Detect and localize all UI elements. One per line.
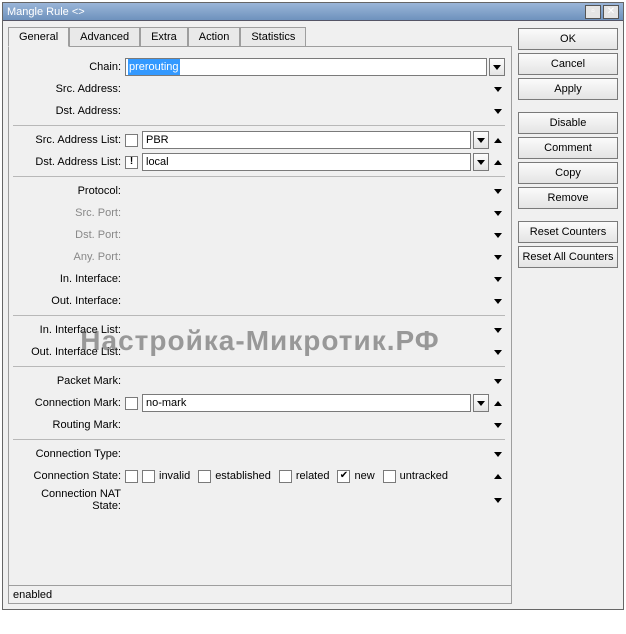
label-out-if-list: Out. Interface List: [13,346,125,358]
label-chain: Chain: [13,61,125,73]
conn-mark-dropdown-button[interactable] [473,394,489,412]
chain-dropdown-button[interactable] [489,58,505,76]
label-conn-nat: Connection NAT State: [13,488,125,512]
separator [13,176,505,177]
out-if-expand[interactable] [491,292,505,310]
in-if-list-expand[interactable] [491,321,505,339]
src-list-invert[interactable] [125,134,138,147]
dst-list-invert[interactable]: ! [125,156,138,169]
src-list-input[interactable] [142,131,471,149]
label-protocol: Protocol: [13,185,125,197]
ok-button[interactable]: OK [518,28,618,50]
in-if-expand[interactable] [491,270,505,288]
label-dst-port: Dst. Port: [13,229,125,241]
conn-mark-invert[interactable] [125,397,138,410]
copy-button[interactable]: Copy [518,162,618,184]
conn-state-invert[interactable] [125,470,138,483]
packet-mark-expand[interactable] [491,372,505,390]
separator [13,125,505,126]
src-list-collapse[interactable] [491,131,505,149]
conn-type-expand[interactable] [491,445,505,463]
remove-button[interactable]: Remove [518,187,618,209]
chk-related[interactable] [279,470,292,483]
label-src-address: Src. Address: [13,83,125,95]
label-conn-type: Connection Type: [13,448,125,460]
out-if-list-expand[interactable] [491,343,505,361]
src-address-expand[interactable] [491,80,505,98]
disable-button[interactable]: Disable [518,112,618,134]
mangle-rule-window: Mangle Rule <> ▫ ✕ General Advanced Extr… [2,2,624,610]
conn-mark-input[interactable] [142,394,471,412]
dst-address-expand[interactable] [491,102,505,120]
tab-statistics[interactable]: Statistics [240,27,306,47]
label-in-interface: In. Interface: [13,273,125,285]
chk-established[interactable] [198,470,211,483]
sidebar: OK Cancel Apply Disable Comment Copy Rem… [518,26,618,604]
label-dst-address: Dst. Address: [13,105,125,117]
conn-mark-collapse[interactable] [491,394,505,412]
dst-list-collapse[interactable] [491,153,505,171]
chain-input[interactable]: prerouting [125,58,487,76]
label-conn-mark: Connection Mark: [13,397,125,409]
label-src-list: Src. Address List: [13,134,125,146]
label-any-port: Any. Port: [13,251,125,263]
label-routing-mark: Routing Mark: [13,419,125,431]
tab-body-general: Chain: prerouting Src. Address: Dst. Add… [8,46,512,586]
src-list-dropdown-button[interactable] [473,131,489,149]
chk-untracked[interactable] [383,470,396,483]
minimize-button[interactable]: ▫ [585,5,601,19]
conn-state-collapse[interactable] [491,467,505,485]
any-port-expand[interactable] [491,248,505,266]
dst-list-dropdown-button[interactable] [473,153,489,171]
dst-list-input[interactable] [142,153,471,171]
tab-advanced[interactable]: Advanced [69,27,140,47]
comment-button[interactable]: Comment [518,137,618,159]
separator [13,439,505,440]
src-port-expand[interactable] [491,204,505,222]
separator [13,315,505,316]
label-conn-state: Connection State: [13,470,125,482]
window-title: Mangle Rule <> [7,6,583,18]
tab-action[interactable]: Action [188,27,241,47]
label-packet-mark: Packet Mark: [13,375,125,387]
close-button[interactable]: ✕ [603,5,619,19]
dst-port-expand[interactable] [491,226,505,244]
routing-mark-expand[interactable] [491,416,505,434]
label-in-if-list: In. Interface List: [13,324,125,336]
reset-counters-button[interactable]: Reset Counters [518,221,618,243]
apply-button[interactable]: Apply [518,78,618,100]
protocol-expand[interactable] [491,182,505,200]
status-text: enabled [13,589,52,601]
chk-invalid[interactable] [142,470,155,483]
separator [13,366,505,367]
titlebar: Mangle Rule <> ▫ ✕ [3,3,623,21]
tab-extra[interactable]: Extra [140,27,188,47]
status-bar: enabled [8,586,512,604]
conn-nat-expand[interactable] [491,491,505,509]
label-out-interface: Out. Interface: [13,295,125,307]
label-src-port: Src. Port: [13,207,125,219]
label-dst-list: Dst. Address List: [13,156,125,168]
tab-strip: General Advanced Extra Action Statistics [8,27,512,47]
tab-general[interactable]: General [8,27,69,47]
reset-all-counters-button[interactable]: Reset All Counters [518,246,618,268]
cancel-button[interactable]: Cancel [518,53,618,75]
chk-new[interactable]: ✔ [337,470,350,483]
